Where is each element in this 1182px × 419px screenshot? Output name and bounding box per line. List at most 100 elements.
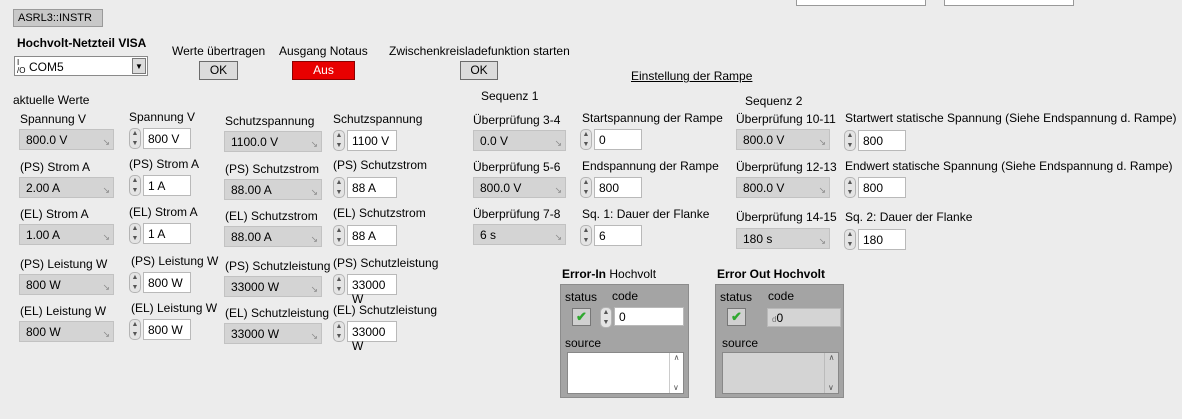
zk-ok-button[interactable]: OK [460,61,498,80]
c3-indicator-3: 33000 W ↘ [224,276,322,297]
seq2-check-label-0: Überprüfung 10-11 [736,112,836,126]
io-icon: I/O [17,58,26,75]
scroll-up-icon[interactable]: ∧ [670,353,683,362]
error-out-scrollbar[interactable]: ∧ ∨ [824,353,838,393]
spinner[interactable]: ▲ ▼ [580,129,592,150]
error-out-status-label: status [720,290,753,304]
error-in-status-label: status [565,290,598,304]
dropdown-arrow-icon[interactable]: ▼ [132,58,146,74]
spinner[interactable]: ▲ ▼ [333,130,345,151]
seq2-input-2[interactable]: 180 [858,229,906,250]
spinner[interactable]: ▲ ▼ [333,225,345,246]
seq2-check-indicator-2: 180 s ↘ [736,228,830,249]
seq2-input-0[interactable]: 800 [858,130,906,151]
c1-label-3: (PS) Leistung W [20,257,108,271]
seq1-check-label-1: Überprüfung 5-6 [473,160,561,174]
c1-label-1: (PS) Strom A [20,160,91,174]
spinner[interactable]: ▲ ▼ [580,225,592,246]
c2-input-3[interactable]: 800 W [143,272,191,293]
seq2-check-indicator-1: 800.0 V ↘ [736,177,830,198]
c4-input-1[interactable]: 88 A [347,177,397,198]
c2-input-2[interactable]: 1 A [143,223,191,244]
spinner[interactable]: ▲ ▼ [129,128,141,149]
error-in-scrollbar[interactable]: ∧ ∨ [669,353,683,393]
spinner[interactable]: ▲ ▼ [129,223,141,244]
c4-input-2[interactable]: 88 A [347,225,397,246]
visa-value: COM5 [29,60,64,74]
seq1-control-label-2: Sq. 1: Dauer der Flanke [582,207,710,221]
seq1-control-label-0: Startspannung der Rampe [582,111,723,125]
c2-input-1[interactable]: 1 A [143,175,191,196]
c4-label-2: (EL) Schutzstrom [333,206,426,220]
c3-indicator-0: 1100.0 V ↘ [224,131,322,152]
scroll-up-icon[interactable]: ∧ [825,353,838,362]
visa-select[interactable]: I/O COM5 ▼ [14,56,148,76]
error-in-code-input[interactable]: 0 [614,307,684,326]
spinner[interactable]: ▲ ▼ [333,321,345,342]
spinner[interactable]: ▲ ▼ [333,177,345,198]
c2-input-4[interactable]: 800 W [143,319,191,340]
c2-label-3: (PS) Leistung W [131,254,219,268]
error-out-source-label: source [722,336,759,350]
error-out-status-indicator: ✔ [727,308,746,326]
c3-label-4: (EL) Schutzleistung [225,306,330,320]
c3-indicator-1: 88.00 A ↘ [224,179,322,200]
c3-label-3: (PS) Schutzleistung [225,259,331,273]
c2-label-1: (PS) Strom A [129,157,200,171]
c1-label-0: Spannung V [20,112,87,126]
error-in-status-checkbox[interactable]: ✔ [572,308,591,326]
c4-label-0: Schutzspannung [333,112,423,126]
seq2-title: Sequenz 2 [745,94,803,108]
seq2-control-label-2: Sq. 2: Dauer der Flanke [845,210,973,224]
c2-label-0: Spannung V [129,110,196,124]
seq1-input-2[interactable]: 6 [594,225,642,246]
c4-input-4[interactable]: 33000 W [347,321,397,353]
werte-label: Werte übertragen [172,44,266,58]
error-out-code-label: code [768,289,795,303]
seq1-check-indicator-0: 0.0 V ↘ [473,130,566,151]
seq1-input-0[interactable]: 0 [594,129,642,150]
error-in-code-label: code [612,289,639,303]
werte-ok-button[interactable]: OK [199,61,238,80]
scroll-down-icon[interactable]: ∨ [828,383,834,392]
scroll-down-icon[interactable]: ∨ [673,383,679,392]
error-out-title: Error Out Hochvolt [717,267,826,281]
error-out-cluster: status ✔ code d0 source ∧ ∨ [715,284,844,398]
seq1-title: Sequenz 1 [481,89,539,103]
seq1-input-1[interactable]: 800 [594,177,642,198]
error-in-source-label: source [565,336,602,350]
visa-title: Hochvolt-Netzteil VISA [17,36,147,50]
spinner[interactable]: ▲ ▼ [333,274,345,295]
spinner[interactable]: ▲ ▼ [580,177,592,198]
spinner[interactable]: ▲ ▼ [129,175,141,196]
seq2-input-1[interactable]: 800 [858,177,906,198]
spinner[interactable]: ▲ ▼ [844,177,856,198]
error-in-source-box[interactable]: ∧ ∨ [567,352,684,394]
spinner[interactable]: ▲ ▼ [844,130,856,151]
spinner[interactable]: ▲ ▼ [844,229,856,250]
seq1-check-label-2: Überprüfung 7-8 [473,207,561,221]
c2-input-0[interactable]: 800 V [143,128,191,149]
top-right-box-2 [944,0,1074,6]
spinner[interactable]: ▲ ▼ [600,307,612,328]
error-in-title: Error-In Hochvolt [562,267,657,281]
c1-indicator-3: 800 W ↘ [19,274,114,295]
c3-indicator-2: 88.00 A ↘ [224,226,322,247]
spinner[interactable]: ▲ ▼ [129,319,141,340]
seq2-check-indicator-0: 800.0 V ↘ [736,129,830,150]
c1-indicator-1: 2.00 A ↘ [19,177,114,198]
c2-label-2: (EL) Strom A [129,205,198,219]
spinner[interactable]: ▲ ▼ [129,272,141,293]
c3-label-2: (EL) Schutzstrom [225,209,318,223]
c4-input-0[interactable]: 1100 V [347,130,397,151]
c1-label-4: (EL) Leistung W [20,304,107,318]
seq1-control-label-1: Endspannung der Rampe [582,159,719,173]
c1-label-2: (EL) Strom A [20,207,89,221]
seq2-check-label-1: Überprüfung 12-13 [736,160,837,174]
seq2-check-label-2: Überprüfung 14-15 [736,210,837,224]
c4-input-3[interactable]: 33000 W [347,274,397,306]
rampe-link[interactable]: Einstellung der Rampe [631,69,752,83]
notaus-button[interactable]: Aus [292,61,355,80]
aktuelle-werte-header: aktuelle Werte [13,93,90,107]
check-icon: ✔ [731,309,742,324]
